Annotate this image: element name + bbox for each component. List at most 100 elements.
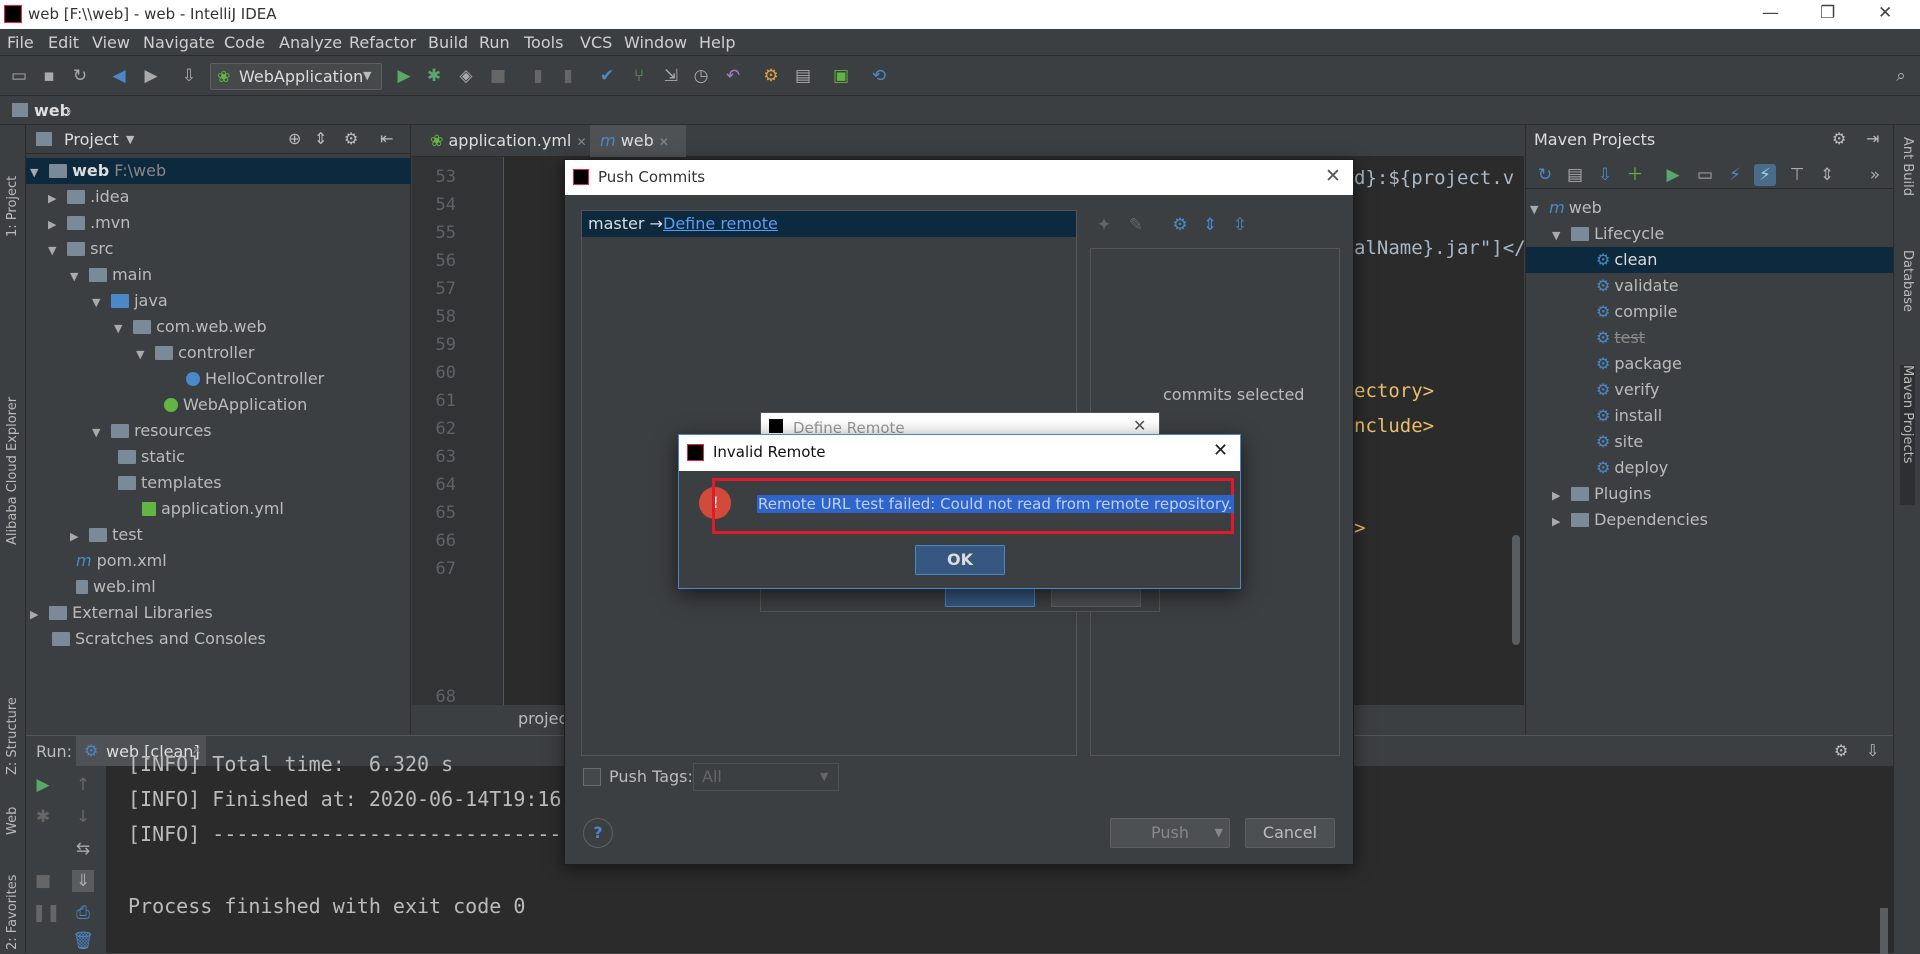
add-icon[interactable]: ＋ [1624,164,1646,186]
alibaba-cloud-tool-button[interactable]: Alibaba Cloud Explorer [5,265,20,545]
chevron-down-icon[interactable]: ▼ [126,133,134,146]
tree-item-static[interactable]: static [118,444,185,470]
pin-icon[interactable]: ✦ [1093,214,1115,236]
tree-item-src[interactable]: ▼ src [48,236,113,262]
branch-row[interactable]: master → Define remote [582,211,1076,237]
tree-item-controller[interactable]: ▼ controller [136,340,254,366]
maven-item-plugins[interactable]: ▶ Plugins [1552,481,1651,507]
maven-goal-site[interactable]: ⚙ site [1596,429,1643,455]
maven-goal-validate[interactable]: ⚙ validate [1596,273,1679,299]
hide-panel-icon[interactable]: ⇩ [1866,741,1879,760]
coverage-icon[interactable]: ◈ [455,65,477,87]
tree-item-templates[interactable]: templates [118,470,222,496]
debug-icon[interactable]: ✱ [423,65,445,87]
menu-refactor[interactable]: Refactor [349,33,416,52]
reimport-icon[interactable]: ↻ [1534,164,1556,186]
tree-item-test[interactable]: ▶ test [70,522,143,548]
tree-item-java[interactable]: ▼ java [92,288,168,314]
skip-tests-icon[interactable]: ⚡ [1754,164,1776,186]
vcs-icon[interactable]: ✔ [596,65,618,87]
tree-item-package[interactable]: ▼ com.web.web [114,314,267,340]
menu-help[interactable]: Help [699,33,735,52]
close-tab-icon[interactable]: ✕ [576,135,586,149]
editor-scrollbar[interactable] [1512,535,1520,645]
tree-item-hellocontroller[interactable]: HelloController [186,366,324,392]
console-scrollbar[interactable] [1880,908,1888,954]
favorites-tool-button[interactable]: 2: Favorites [5,860,20,950]
tab-web[interactable]: m web ✕ [590,125,686,157]
cancel-button[interactable]: Cancel [1245,818,1335,848]
debug-icon[interactable]: ✱ [32,806,54,828]
collapse-all-icon[interactable]: ⇕ [1816,164,1838,186]
maven-goal-deploy[interactable]: ⚙ deploy [1596,455,1668,481]
show-dependencies-icon[interactable]: ⊤ [1786,164,1808,186]
run-config-icon[interactable]: ▭ [1694,164,1716,186]
close-icon[interactable]: ✕ [1325,165,1341,187]
maven-projects-tool-button[interactable]: Maven Projects [1900,365,1915,505]
open-icon[interactable]: ▭ [8,65,30,87]
revert-icon[interactable]: ↶ [722,65,744,87]
print-icon[interactable]: ⎙ [72,902,94,924]
tasks-icon[interactable]: ⟲ [868,65,890,87]
clear-icon[interactable]: 🗑 [72,930,94,952]
history-icon[interactable]: ◷ [690,65,712,87]
stop-icon[interactable]: ■ [32,870,54,892]
generate-sources-icon[interactable]: ▤ [1564,164,1586,186]
menu-analyze[interactable]: Analyze [279,33,342,52]
project-tool-button[interactable]: 1: Project [5,137,20,237]
menu-file[interactable]: File [7,33,34,52]
maven-item-dependencies[interactable]: ▶ Dependencies [1552,507,1708,533]
maven-goal-package[interactable]: ⚙ package [1596,351,1682,377]
sync-icon[interactable]: ↻ [69,65,91,87]
minimize-button[interactable]: — [1762,3,1779,23]
vcs-commit-icon[interactable]: ▮ [557,65,579,87]
push-button[interactable]: Push ▼ [1110,818,1230,848]
close-button[interactable]: ✕ [1878,3,1892,23]
push-tags-checkbox[interactable] [583,768,601,786]
up-icon[interactable]: ↑ [72,774,94,796]
tree-item-web[interactable]: ▼ web F:\web [26,158,411,184]
forward-icon[interactable]: ▶ [140,65,162,87]
collapse-all-icon[interactable]: ⇳ [1229,214,1251,236]
build-icon[interactable]: ⇩ [178,65,200,87]
search-everywhere-icon[interactable]: ⌕ [1890,65,1912,87]
stop-icon[interactable]: ■ [487,65,509,87]
database-tool-button[interactable]: Database [1900,250,1915,360]
tree-item-scratches[interactable]: Scratches and Consoles [52,626,266,652]
more-icon[interactable]: » [1864,164,1886,186]
menu-tools[interactable]: Tools [524,33,563,52]
push-tags-select[interactable]: All ▼ [693,763,839,791]
tree-item-resources[interactable]: ▼ resources [92,418,212,444]
pause-icon[interactable]: ❚❚ [32,902,61,924]
menu-code[interactable]: Code [224,33,265,52]
maven-item-web[interactable]: ▼ m web [1530,195,1602,221]
toggle-offline-icon[interactable]: ⚡ [1724,164,1746,186]
menu-build[interactable]: Build [428,33,468,52]
run-icon[interactable]: ▶ [393,65,415,87]
rerun-icon[interactable]: ▶ [32,774,54,796]
tree-item-web-iml[interactable]: web.iml [76,574,156,600]
hide-panel-icon[interactable]: ⇥ [1866,129,1879,148]
menu-window[interactable]: Window [624,33,687,52]
project-structure-icon[interactable]: ▤ [792,65,814,87]
maven-goal-install[interactable]: ⚙ install [1596,403,1662,429]
maven-goal-compile[interactable]: ⚙ compile [1596,299,1677,325]
close-icon[interactable]: ✕ [1133,416,1146,435]
restore-button[interactable]: ❐ [1820,3,1835,23]
sdk-icon[interactable]: ▣ [830,65,852,87]
structure-tool-button[interactable]: Z: Structure [5,665,20,775]
gear-icon[interactable]: ⚙ [344,129,358,148]
back-icon[interactable]: ◀ [108,65,130,87]
scroll-to-end-icon[interactable]: ⇓ [72,870,94,892]
close-tab-icon[interactable]: ✕ [659,135,669,149]
down-icon[interactable]: ↓ [72,806,94,828]
ok-button[interactable]: OK [915,545,1005,575]
menu-view[interactable]: View [92,33,130,52]
menu-run[interactable]: Run [479,33,510,52]
ant-build-tool-button[interactable]: Ant Build [1900,137,1915,237]
run-icon[interactable]: ▶ [1662,164,1684,186]
collapse-all-icon[interactable]: ⇕ [314,129,327,148]
pull-icon[interactable]: ⇲ [660,65,682,87]
maven-goal-clean[interactable]: ⚙ clean [1526,247,1894,273]
gear-icon[interactable]: ⚙ [1169,214,1191,236]
